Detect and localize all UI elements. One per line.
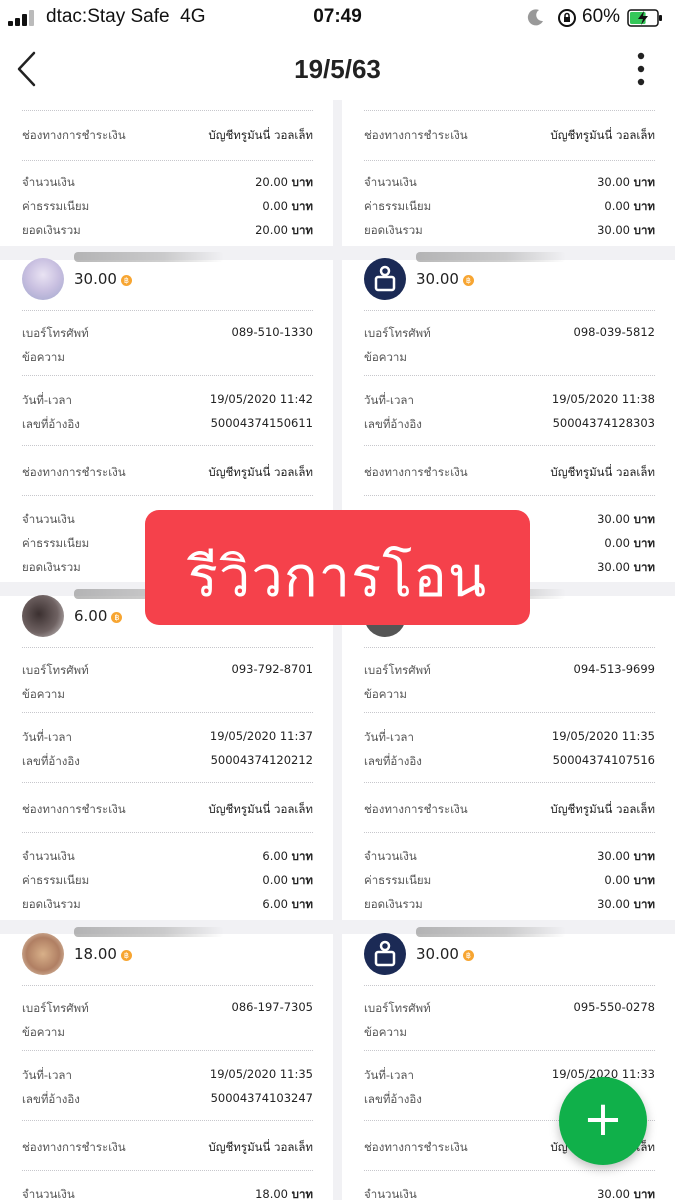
transaction-header[interactable]: 30.00 ฿ <box>364 927 655 977</box>
amount-row: จำนวนเงิน 20.00 บาท <box>22 175 313 189</box>
recipient-name-blurred <box>416 927 566 937</box>
phone-row: เบอร์โทรศัพท์ 093-792-8701 <box>22 662 313 677</box>
review-banner-text: รีวิวการโอน <box>187 545 488 610</box>
recipient-name-blurred <box>74 252 224 262</box>
datetime-row: วันที่-เวลา 19/05/2020 11:37 <box>22 729 313 744</box>
avatar <box>22 933 64 975</box>
transaction-header[interactable]: 18.00 ฿ <box>22 927 313 977</box>
review-banner: รีวิวการโอน <box>145 510 530 625</box>
total-row: ยอดเงินรวม 6.00 บาท <box>22 897 313 911</box>
reference-row: เลขที่อ้างอิง 50004374107516 <box>364 753 655 768</box>
amount-row: จำนวนเงิน30.00 บาท <box>364 849 655 863</box>
channel-row: ช่องทางการชำระเงินบัญชีทรูมันนี่ วอลเล็ท <box>22 465 313 479</box>
transaction-amount: 18.00 ฿ <box>74 945 132 963</box>
baht-coin-icon: ฿ <box>120 275 132 286</box>
transaction-amount: 30.00 ฿ <box>416 945 474 963</box>
fee-row: ค่าธรรมเนียม0.00 บาท <box>22 199 313 213</box>
message-row: ข้อความ <box>22 687 65 701</box>
amount-row: จำนวนเงิน30.00 บาท <box>364 175 655 189</box>
channel-row: ช่องทางการชำระเงินบัญชีทรูมันนี่ วอลเล็ท <box>22 802 313 816</box>
more-options-icon[interactable] <box>630 50 652 88</box>
datetime-row: วันที่-เวลา 19/05/2020 11:42 <box>22 392 313 407</box>
amount-row: จำนวนเงิน 18.00 บาท <box>22 1187 313 1200</box>
datetime-row: วันที่-เวลา 19/05/2020 11:38 <box>364 392 655 407</box>
plus-icon: + <box>582 1091 624 1147</box>
message-row: ข้อความ <box>364 687 407 701</box>
channel-row: ช่องทางการชำระเงินบัญชีทรูมันนี่ วอลเล็ท <box>22 1140 313 1154</box>
message-row: ข้อความ <box>364 1025 407 1039</box>
total-row: ยอดเงินรวม30.00 บาท <box>364 223 655 237</box>
baht-coin-icon: ฿ <box>111 612 123 623</box>
battery-percent: 60% <box>582 6 621 27</box>
transaction-header[interactable]: 30.00 ฿ <box>22 252 313 302</box>
channel-row: ช่องทางการชำระเงินบัญชีทรูมันนี่ วอลเล็ท <box>364 465 655 479</box>
orientation-lock-icon <box>558 9 576 27</box>
reference-row: เลขที่อ้างอิง 50004374128303 <box>364 416 655 431</box>
add-button[interactable]: + <box>559 1077 647 1165</box>
channel-row: ช่องทางการชำระเงินบัญชีทรูมันนี่ วอลเล็ท <box>22 128 313 142</box>
truemoney-logo-icon <box>364 933 406 975</box>
channel-row: ช่องทางการชำระเงินบัญชีทรูมันนี่ วอลเล็ท <box>364 128 655 142</box>
message-row: ข้อความ <box>22 1025 65 1039</box>
baht-coin-icon: ฿ <box>462 275 474 286</box>
amount-row: จำนวนเงิน 6.00 บาท <box>22 849 313 863</box>
phone-row: เบอร์โทรศัพท์ 089-510-1330 <box>22 325 313 340</box>
total-row: ยอดเงินรวม30.00 บาท <box>364 897 655 911</box>
recipient-name-blurred <box>74 927 224 937</box>
reference-row: เลขที่อ้างอิง 50004374103247 <box>22 1091 313 1106</box>
reference-row: เลขที่อ้างอิง 50004374150611 <box>22 416 313 431</box>
total-row: ยอดเงินรวม 20.00 บาท <box>22 223 313 237</box>
fee-row: ค่าธรรมเนียม0.00 บาท <box>22 873 313 887</box>
avatar <box>22 258 64 300</box>
transaction-header[interactable]: 30.00 ฿ <box>364 252 655 302</box>
transaction-column-right: ช่องทางการชำระเงิน บัญชีทรูมันนี่ วอลเล็ท… <box>342 100 675 1200</box>
truemoney-logo-icon <box>364 258 406 300</box>
column-divider <box>333 100 342 1200</box>
transaction-amount: 30.00 ฿ <box>416 270 474 288</box>
datetime-row: วันที่-เวลา 19/05/2020 11:35 <box>364 729 655 744</box>
message-row: ข้อความ <box>364 350 407 364</box>
battery-charging-icon <box>627 9 662 27</box>
avatar <box>22 595 64 637</box>
datetime-row: วันที่-เวลา 19/05/2020 11:35 <box>22 1067 313 1082</box>
status-bar: dtac:Stay Safe 4G 07:49 60% <box>0 0 675 36</box>
transaction-column-left: ช่องทางการชำระเงิน บัญชีทรูมันนี่ วอลเล็ท… <box>0 100 333 1200</box>
do-not-disturb-icon <box>527 9 543 26</box>
phone-row: เบอร์โทรศัพท์ 094-513-9699 <box>364 662 655 677</box>
reference-row: เลขที่อ้างอิง 50004374120212 <box>22 753 313 768</box>
fee-row: ค่าธรรมเนียม0.00 บาท <box>364 199 655 213</box>
phone-row: เบอร์โทรศัพท์ 095-550-0278 <box>364 1000 655 1015</box>
fee-row: ค่าธรรมเนียม0.00 บาท <box>364 873 655 887</box>
page-title: 19/5/63 <box>294 54 381 84</box>
phone-row: เบอร์โทรศัพท์ 086-197-7305 <box>22 1000 313 1015</box>
transaction-amount: 30.00 ฿ <box>74 270 132 288</box>
baht-coin-icon: ฿ <box>462 950 474 961</box>
amount-row: จำนวนเงิน30.00 บาท <box>364 1187 655 1200</box>
channel-row: ช่องทางการชำระเงินบัญชีทรูมันนี่ วอลเล็ท <box>364 802 655 816</box>
message-row: ข้อความ <box>22 350 65 364</box>
transaction-amount: 6.00 ฿ <box>74 607 123 625</box>
baht-coin-icon: ฿ <box>120 950 132 961</box>
nav-bar: 19/5/63 <box>0 36 675 100</box>
phone-row: เบอร์โทรศัพท์ 098-039-5812 <box>364 325 655 340</box>
recipient-name-blurred <box>416 252 566 262</box>
transaction-list: ช่องทางการชำระเงิน บัญชีทรูมันนี่ วอลเล็ท… <box>0 100 675 1200</box>
